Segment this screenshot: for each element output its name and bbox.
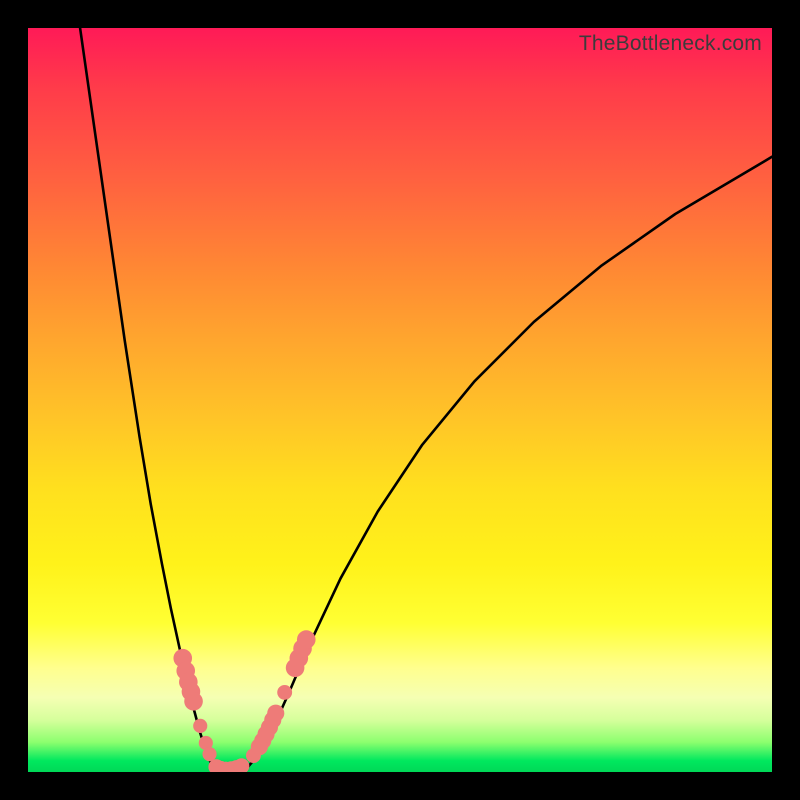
- data-marker: [277, 685, 292, 700]
- plot-area: TheBottleneck.com: [28, 28, 772, 772]
- watermark-text: TheBottleneck.com: [579, 32, 762, 56]
- chart-frame: TheBottleneck.com: [0, 0, 800, 800]
- data-marker: [297, 630, 316, 649]
- data-marker: [193, 719, 207, 733]
- curve-layer: [28, 28, 772, 772]
- data-marker: [202, 747, 216, 761]
- data-marker: [184, 692, 203, 711]
- data-marker: [267, 705, 284, 722]
